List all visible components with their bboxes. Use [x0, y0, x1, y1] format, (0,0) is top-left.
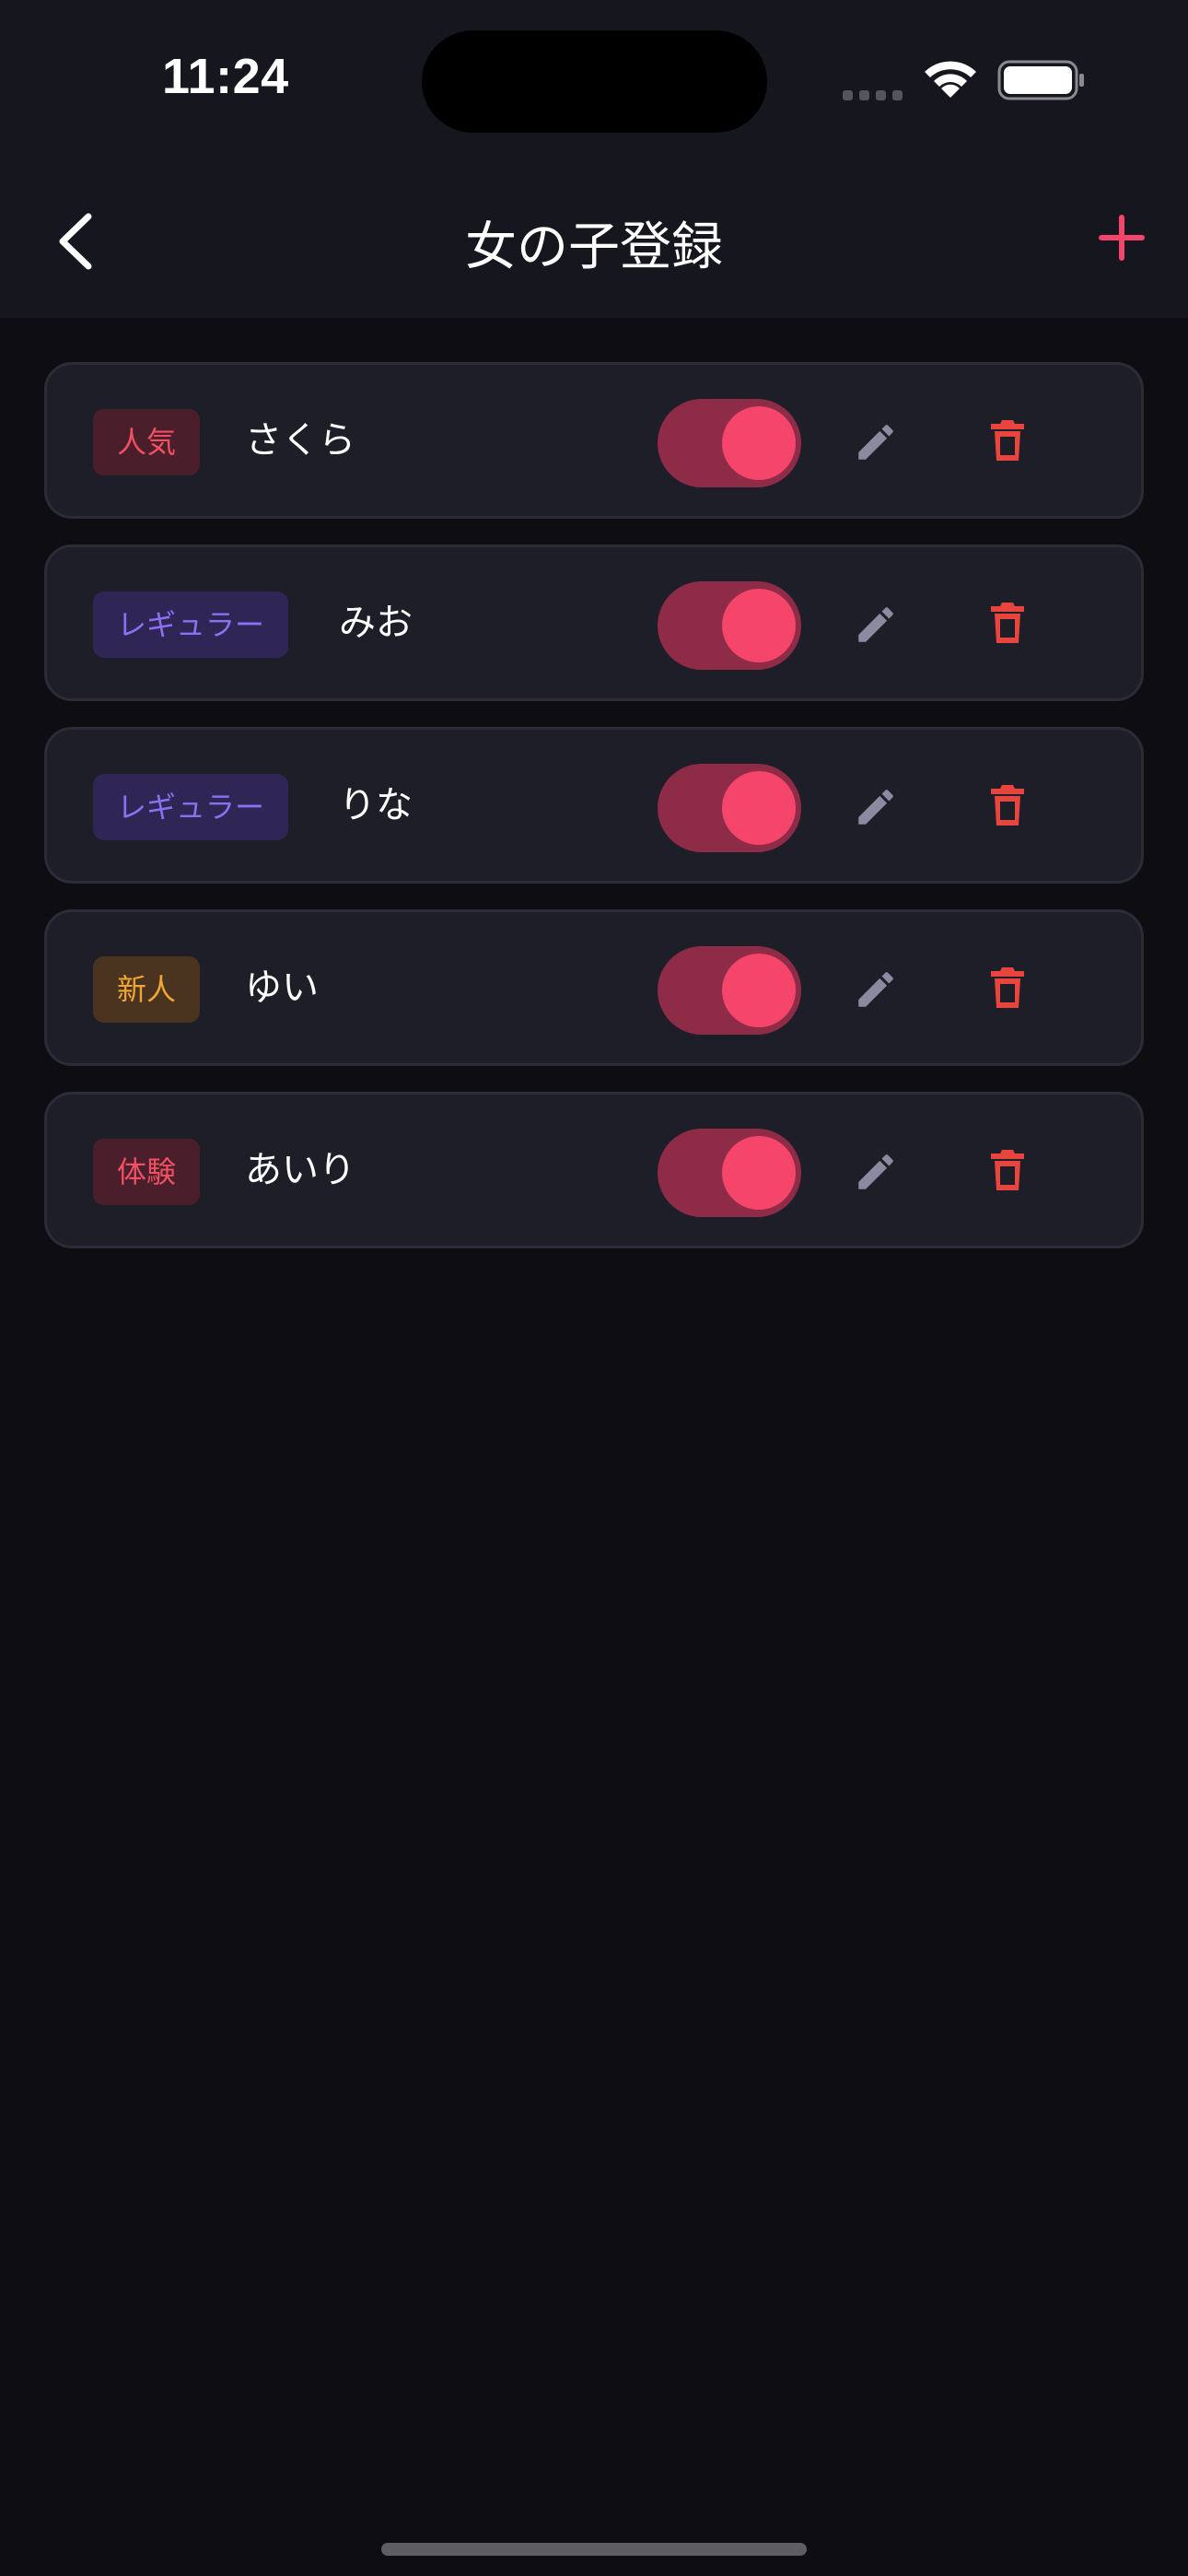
- trash-icon[interactable]: [989, 601, 1026, 645]
- list-item: 新人 ゆい: [44, 909, 1144, 1066]
- toggle-knob: [722, 406, 796, 480]
- girl-name: あいり: [245, 1149, 355, 1191]
- list-item: レギュラー みお: [44, 544, 1144, 701]
- enabled-toggle[interactable]: [658, 399, 801, 487]
- list-item: 体験 あいり: [44, 1092, 1144, 1248]
- status-time: 11:24: [162, 49, 289, 104]
- status-bar: 11:24: [0, 0, 1188, 161]
- list-item: レギュラー りな: [44, 727, 1144, 884]
- add-plus-icon[interactable]: [1099, 215, 1145, 261]
- pencil-icon[interactable]: [853, 419, 899, 465]
- toggle-knob: [722, 771, 796, 845]
- category-badge: レギュラー: [93, 774, 289, 840]
- girl-name: さくら: [245, 419, 355, 462]
- category-badge: 新人: [93, 956, 201, 1023]
- wifi-icon: [925, 61, 976, 98]
- trash-icon[interactable]: [989, 418, 1026, 463]
- dynamic-island: [422, 30, 767, 133]
- pencil-icon[interactable]: [853, 966, 899, 1013]
- pencil-icon[interactable]: [853, 602, 899, 648]
- girls-list: 人気 さくら レギュラー みお レギュラー りな 新人 ゆい 体験 あいり: [44, 362, 1144, 1274]
- category-badge: 体験: [93, 1139, 201, 1205]
- battery-icon: [997, 60, 1084, 100]
- page-title: 女の子登録: [465, 217, 723, 277]
- cellular-signal-icon: [843, 87, 909, 104]
- toggle-knob: [722, 954, 796, 1027]
- trash-icon[interactable]: [989, 966, 1026, 1010]
- pencil-icon[interactable]: [853, 784, 899, 830]
- trash-icon[interactable]: [989, 1148, 1026, 1192]
- girl-name: みお: [339, 602, 413, 644]
- home-indicator[interactable]: [381, 2543, 807, 2556]
- girl-name: りな: [339, 784, 413, 826]
- toggle-knob: [722, 589, 796, 662]
- enabled-toggle[interactable]: [658, 946, 801, 1035]
- pencil-icon[interactable]: [853, 1149, 899, 1195]
- enabled-toggle[interactable]: [658, 581, 801, 670]
- enabled-toggle[interactable]: [658, 1129, 801, 1217]
- enabled-toggle[interactable]: [658, 764, 801, 852]
- girl-name: ゆい: [245, 966, 319, 1009]
- navigation-bar: 女の子登録: [0, 161, 1188, 318]
- trash-icon[interactable]: [989, 783, 1026, 827]
- category-badge: 人気: [93, 409, 201, 475]
- list-item: 人気 さくら: [44, 362, 1144, 519]
- category-badge: レギュラー: [93, 591, 289, 658]
- toggle-knob: [722, 1136, 796, 1210]
